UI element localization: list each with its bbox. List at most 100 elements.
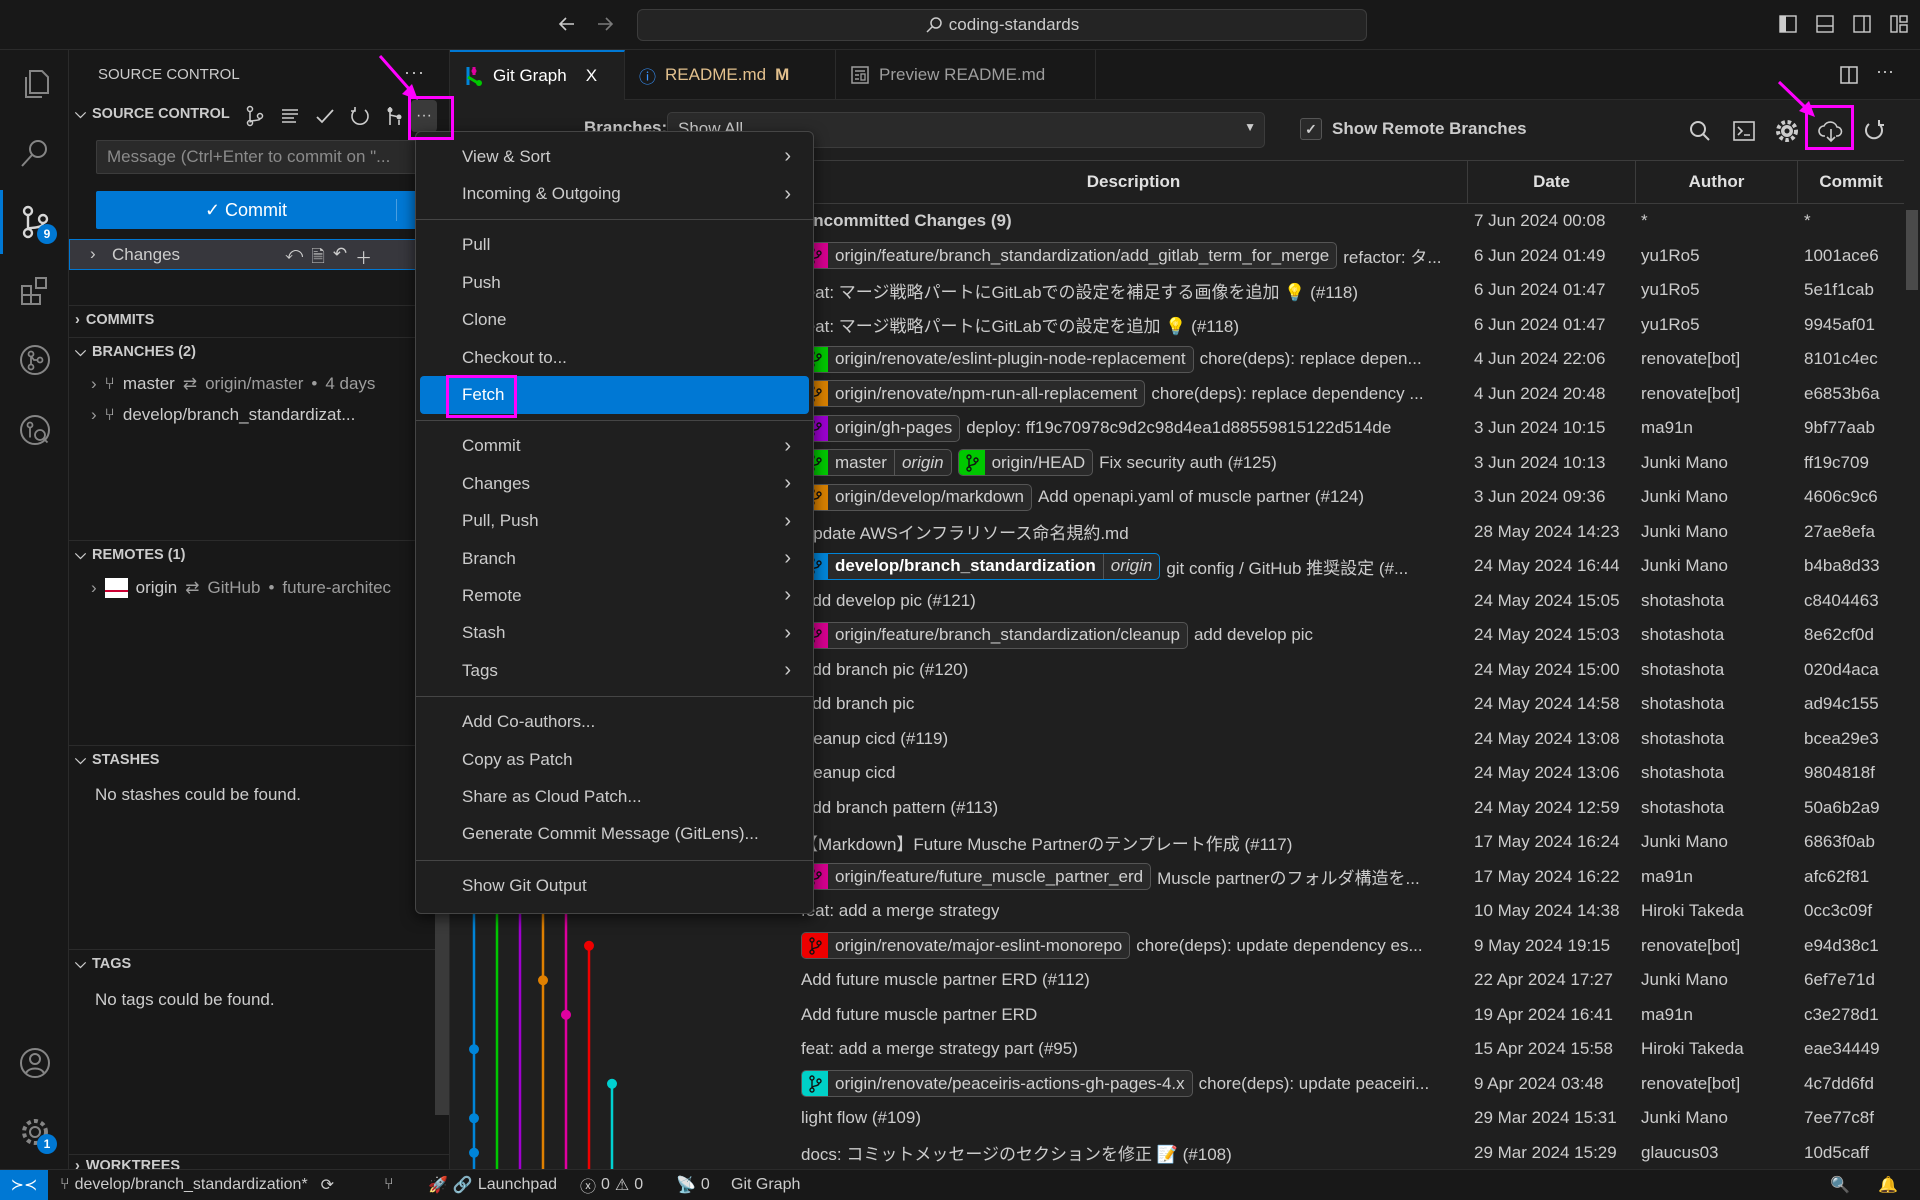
toggle-primary-sidebar-icon[interactable]: [1777, 13, 1799, 35]
commit-row[interactable]: origin/renovate/major-eslint-monorepo ch…: [450, 929, 1904, 964]
commit-row[interactable]: Add future muscle partner ERD 19 Apr 202…: [450, 998, 1904, 1033]
menu-item-copy-as-patch[interactable]: Copy as Patch: [420, 741, 809, 778]
forward-arrow-icon[interactable]: [594, 13, 616, 35]
menu-item-generate-commit-message-gitlens[interactable]: Generate Commit Message (GitLens)...: [420, 816, 809, 853]
commit-button[interactable]: ✓ Commit: [96, 191, 450, 229]
menu-item-commit[interactable]: Commit ›: [420, 428, 809, 465]
description-column-header[interactable]: Description: [800, 161, 1468, 203]
undo-icon[interactable]: ↶: [333, 244, 347, 273]
status-launchpad[interactable]: 🚀 🔗 Launchpad: [428, 1170, 557, 1200]
menu-item-show-git-output[interactable]: Show Git Output: [420, 867, 809, 904]
gitlens-button[interactable]: [0, 328, 69, 392]
tab-readme[interactable]: ⓘ README.md M: [625, 50, 836, 100]
menu-item-checkout-to[interactable]: Checkout to...: [420, 339, 809, 376]
branch-ref-badge[interactable]: origin/renovate/npm-run-all-replacement: [801, 380, 1146, 408]
branch-ref-badge[interactable]: origin/feature/future_muscle_partner_erd: [801, 863, 1152, 891]
show-remote-checkbox[interactable]: ✓: [1300, 118, 1322, 140]
commit-row[interactable]: docs: コミットメッセージのセクションを修正 📝 (#108) 29 Mar…: [450, 1136, 1904, 1170]
remote-item-origin[interactable]: › origin ⇄ GitHub • future-architec: [91, 578, 391, 598]
status-ports[interactable]: 📡 0: [676, 1170, 710, 1200]
view-as-tree-icon[interactable]: [244, 105, 266, 127]
terminal-icon[interactable]: [1732, 119, 1756, 143]
commit-row[interactable]: light flow (#109) 29 Mar 2024 15:31 Junk…: [450, 1101, 1904, 1136]
branches-section-header[interactable]: ⌵ BRANCHES (2): [75, 344, 196, 360]
split-editor-icon[interactable]: [1838, 64, 1860, 86]
menu-item-clone[interactable]: Clone: [420, 302, 809, 339]
customize-layout-icon[interactable]: [1888, 13, 1910, 35]
toggle-secondary-sidebar-icon[interactable]: [1851, 13, 1873, 35]
menu-item-incoming-outgoing[interactable]: Incoming & Outgoing ›: [420, 175, 809, 212]
branch-ref-badge[interactable]: develop/branch_standardization origin: [801, 552, 1161, 580]
author-column-header[interactable]: Author: [1636, 161, 1798, 203]
branch-ref-badge[interactable]: origin/feature/branch_standardization/ad…: [801, 242, 1338, 270]
notifications-bell-icon[interactable]: 🔔: [1878, 1170, 1898, 1200]
table-scrollbar[interactable]: [1904, 204, 1920, 1169]
toggle-panel-icon[interactable]: [1814, 13, 1836, 35]
tags-section-header[interactable]: ⌵ TAGS: [75, 956, 131, 972]
branch-ref-badge[interactable]: origin/HEAD: [957, 449, 1094, 477]
zoom-icon[interactable]: 🔍: [1830, 1170, 1850, 1200]
commit-column-header[interactable]: Commit: [1798, 161, 1904, 203]
menu-item-pull[interactable]: Pull: [420, 227, 809, 264]
editor-more-actions-icon[interactable]: ···: [1876, 61, 1894, 82]
accounts-button[interactable]: [0, 1031, 69, 1095]
gitlens-inspect-button[interactable]: [0, 398, 69, 462]
branch-item-develop[interactable]: › ⑂ develop/branch_standardizat...: [91, 405, 355, 425]
git-compare-icon[interactable]: ⑂: [384, 1170, 394, 1200]
branch-item-master[interactable]: › ⑂ master ⇄ origin/master • 4 days: [91, 374, 375, 394]
status-problems[interactable]: ⓧ 0 ⚠ 0: [580, 1170, 643, 1200]
branch-ref-badge[interactable]: origin/renovate/eslint-plugin-node-repla…: [801, 345, 1194, 373]
branch-ref-badge[interactable]: origin/renovate/major-eslint-monorepo: [801, 932, 1131, 960]
status-git-graph[interactable]: Git Graph: [731, 1170, 800, 1200]
extensions-button[interactable]: [0, 259, 69, 323]
branch-ref-badge[interactable]: origin/renovate/peaceiris-actions-gh-pag…: [801, 1070, 1193, 1098]
changes-group-row[interactable]: › Changes ⤺ 🗎 ↶ ＋: [69, 239, 450, 270]
tab-preview-readme[interactable]: Preview README.md: [836, 50, 1096, 100]
search-button[interactable]: [0, 121, 69, 185]
sync-icon[interactable]: ⟳: [321, 1175, 334, 1195]
refresh-icon[interactable]: [349, 105, 371, 127]
commit-row[interactable]: feat: add a merge strategy part (#95) 15…: [450, 1032, 1904, 1067]
commits-section-header[interactable]: › COMMITS: [75, 312, 154, 328]
menu-item-pull-push[interactable]: Pull, Push ›: [420, 503, 809, 540]
git-graph-icon[interactable]: [384, 105, 406, 127]
status-branch[interactable]: ⑂ develop/branch_standardization* ⟳: [60, 1170, 334, 1200]
commit-message-input[interactable]: Message (Ctrl+Enter to commit on "...: [96, 140, 450, 174]
refresh-icon[interactable]: [1862, 119, 1886, 143]
remote-indicator-icon[interactable]: ≻≺: [0, 1170, 48, 1200]
menu-item-add-co-authors[interactable]: Add Co-authors...: [420, 703, 809, 740]
remotes-section-header[interactable]: ⌵ REMOTES (1): [75, 547, 185, 563]
menu-item-changes[interactable]: Changes ›: [420, 465, 809, 502]
discard-all-icon[interactable]: ⤺: [285, 244, 303, 273]
commit-row[interactable]: Add future muscle partner ERD (#112) 22 …: [450, 963, 1904, 998]
branch-ref-badge[interactable]: origin/develop/markdown: [801, 483, 1032, 511]
close-tab-icon[interactable]: X: [586, 66, 597, 86]
list-icon[interactable]: [279, 105, 301, 127]
find-icon[interactable]: [1688, 119, 1712, 143]
branch-ref-badge[interactable]: master origin: [801, 449, 952, 477]
sidebar-more-actions-icon[interactable]: ···: [404, 62, 425, 83]
back-arrow-icon[interactable]: [556, 13, 578, 35]
menu-item-push[interactable]: Push: [420, 264, 809, 301]
source-control-button[interactable]: 9: [0, 190, 69, 254]
date-column-header[interactable]: Date: [1468, 161, 1636, 203]
branch-ref-badge[interactable]: origin/feature/branch_standardization/cl…: [801, 621, 1188, 649]
menu-item-branch[interactable]: Branch ›: [420, 540, 809, 577]
command-center-search[interactable]: coding-standards: [637, 9, 1367, 41]
tab-git-graph[interactable]: Git Graph X: [450, 50, 625, 100]
explorer-button[interactable]: [0, 52, 69, 116]
menu-item-remote[interactable]: Remote ›: [420, 577, 809, 614]
commit-row[interactable]: origin/renovate/peaceiris-actions-gh-pag…: [450, 1067, 1904, 1102]
branch-ref-badge[interactable]: origin/gh-pages: [801, 414, 961, 442]
stashes-section-header[interactable]: ⌵ STASHES: [75, 752, 159, 768]
menu-item-view-sort[interactable]: View & Sort ›: [420, 138, 809, 175]
manage-button[interactable]: 1: [0, 1100, 69, 1164]
menu-item-tags[interactable]: Tags ›: [420, 652, 809, 689]
commit-check-icon[interactable]: [314, 105, 336, 127]
menu-item-share-as-cloud-patch[interactable]: Share as Cloud Patch...: [420, 778, 809, 815]
menu-item-stash[interactable]: Stash ›: [420, 615, 809, 652]
scm-section-header[interactable]: ⌵ SOURCE CONTROL: [75, 106, 230, 122]
show-remote-branches-toggle[interactable]: ✓ Show Remote Branches: [1300, 118, 1527, 140]
stage-all-icon[interactable]: ＋: [355, 244, 372, 273]
settings-gear-icon[interactable]: [1775, 119, 1799, 143]
